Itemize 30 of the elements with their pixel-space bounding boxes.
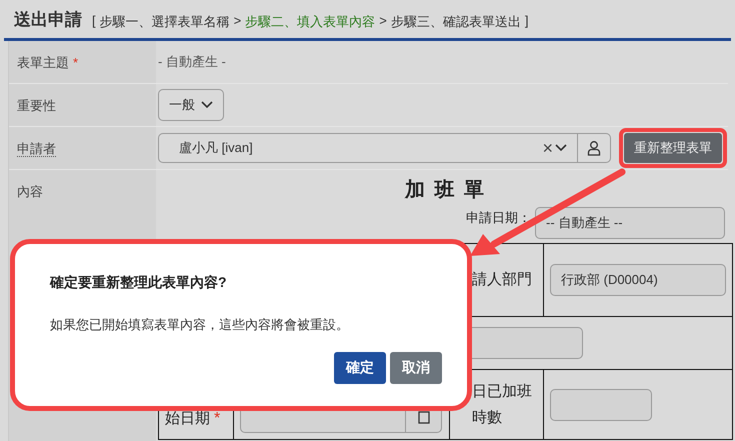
department-field: 行政部 (D00004) (550, 264, 726, 296)
date-label: 申請日期： (466, 209, 531, 227)
bracket: ] (524, 13, 528, 30)
field-label: 申請者 (17, 141, 56, 157)
priority-select[interactable]: 一般 (158, 89, 224, 121)
cell-label: 始日期 (165, 409, 210, 429)
clear-button[interactable]: × (540, 138, 555, 158)
step-label: 步驟三、確認表單送出 (390, 13, 521, 31)
form-title: 加 班 單 (404, 178, 486, 203)
refresh-form-button[interactable]: 重新整理表單 (624, 133, 722, 163)
dialog-title: 確定要重新整理此表單內容? (50, 274, 228, 292)
required-mark: * (214, 410, 220, 428)
step-label: 步驟二、填入表單內容 (245, 13, 376, 31)
date-field: -- 自動產生 -- (535, 207, 725, 239)
page-title: 送出申請 (14, 9, 82, 31)
field-label: 內容 (17, 184, 43, 199)
field-value: - 自動產生 - (158, 53, 226, 71)
step-separator: > (234, 13, 242, 30)
field-label: 重要性 (17, 98, 56, 113)
required-mark: * (73, 55, 78, 70)
cell-label: 請人部門 (472, 270, 532, 290)
confirm-button[interactable]: 確定 (334, 352, 386, 384)
step-separator: > (379, 13, 387, 30)
dialog-message: 如果您已開始填寫表單內容，這些內容將會被重設。 (50, 316, 350, 334)
field-label: 表單主題 (17, 55, 69, 70)
bracket: [ (92, 13, 96, 30)
applicant-select[interactable]: 盧小凡 [ivan] × (158, 133, 611, 163)
cancel-button[interactable]: 取消 (390, 352, 442, 384)
step-label: 步驟一、選擇表單名稱 (100, 13, 230, 31)
cell-label: 日已加班時數 (472, 382, 533, 428)
